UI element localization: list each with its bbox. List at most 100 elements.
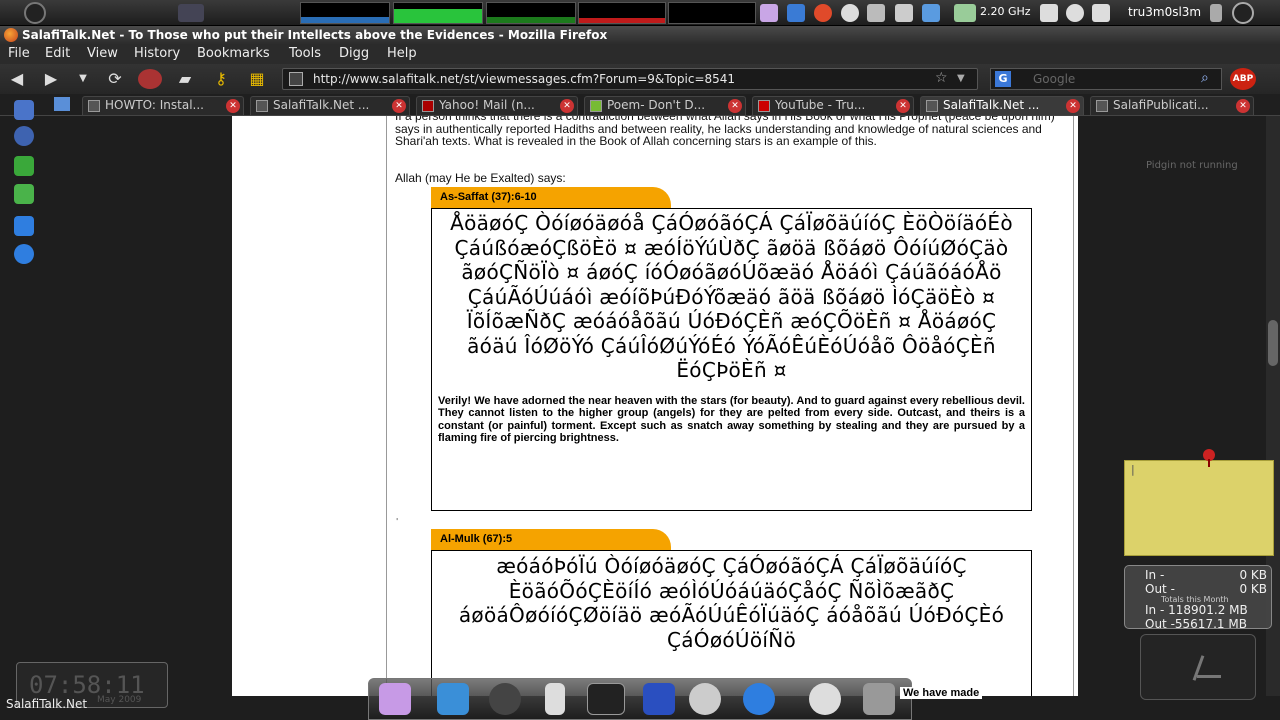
tab-salafitalk-1[interactable]: SalafiTalk.Net ... ✕ [250, 96, 410, 115]
browser-launcher-icon[interactable] [787, 4, 805, 22]
window-title: SalafiTalk.Net - To Those who put their … [22, 28, 608, 42]
url-text[interactable]: http://www.salafitalk.net/st/viewmessage… [313, 72, 735, 86]
app-menu-icon[interactable] [379, 683, 411, 715]
net-out-label: Out - [1145, 582, 1175, 596]
menu-file[interactable]: File [8, 46, 30, 61]
addons-puzzle-icon[interactable] [14, 184, 34, 204]
net-in-total: In - 118901.2 MB [1145, 603, 1248, 617]
workspace-switcher-icon[interactable] [178, 4, 204, 22]
pidgin-status: Pidgin not running [1146, 160, 1238, 171]
memory-graph [486, 2, 576, 24]
tab-label: SalafiTalk.Net ... [943, 98, 1040, 112]
net-in-total-row: In - 118901.2 MB [1145, 603, 1267, 617]
trash-icon[interactable] [863, 683, 895, 715]
disk-graph [578, 2, 666, 24]
site-identity-icon[interactable] [289, 72, 303, 86]
ubuntu-icon[interactable] [814, 4, 832, 22]
search-icon[interactable] [1066, 4, 1084, 22]
tab-close-icon[interactable]: ✕ [1066, 99, 1080, 113]
url-dropdown-icon[interactable]: ▼ [957, 73, 965, 84]
notes-icon[interactable] [1092, 4, 1110, 22]
clock-dock-icon[interactable] [809, 683, 841, 715]
net-out-value: 0 KB [1239, 582, 1267, 596]
menu-view[interactable]: View [87, 46, 118, 61]
home-icon[interactable]: ▰ [174, 69, 196, 89]
audio-icon[interactable] [643, 683, 675, 715]
window-titlebar[interactable]: SalafiTalk.Net - To Those who put their … [0, 26, 1280, 44]
firefox-icon [4, 28, 18, 42]
pidgin-icon[interactable] [545, 683, 565, 715]
url-bar[interactable]: http://www.salafitalk.net/st/viewmessage… [282, 68, 978, 90]
menu-bookmarks[interactable]: Bookmarks [197, 46, 270, 61]
tab-favicon-icon [422, 100, 434, 112]
menu-history[interactable]: History [134, 46, 180, 61]
back-icon[interactable]: ◀ [6, 69, 28, 89]
tab-list-icon[interactable] [54, 97, 70, 111]
search-go-icon[interactable]: ⌕ [1201, 70, 1209, 86]
sticky-note[interactable]: | [1124, 449, 1274, 556]
system-menu-icon[interactable] [24, 2, 46, 24]
menu-digg[interactable]: Digg [339, 46, 369, 61]
verse-arabic-text: ÅöäøóÇ Òóíøóäøóå ÇáÓøóãóÇÁ ÇáÏøõäúíóÇ Èö… [450, 211, 1013, 382]
info-icon[interactable] [14, 244, 34, 264]
verse-translation: Verily! We have adorned the near heaven … [438, 394, 1025, 445]
tab-poem[interactable]: Poem- Don't D... ✕ [584, 96, 746, 115]
search-placeholder[interactable]: Google [1033, 72, 1075, 86]
tab-howto[interactable]: HOWTO: Instal... ✕ [82, 96, 244, 115]
history-clock-icon[interactable] [14, 126, 34, 146]
media-player-icon[interactable] [489, 683, 521, 715]
tab-salafipublications[interactable]: SalafiPublicati... ✕ [1090, 96, 1254, 115]
menu-tools[interactable]: Tools [289, 46, 321, 61]
menu-edit[interactable]: Edit [45, 46, 70, 61]
tab-bar: HOWTO: Instal... ✕ SalafiTalk.Net ... ✕ … [0, 94, 1280, 116]
clock-minute-hand [1197, 675, 1221, 678]
user-menu[interactable]: tru3m0sl3m [1128, 5, 1201, 19]
update-icon[interactable] [867, 4, 885, 22]
bookmark-star-icon[interactable]: ☆ [935, 70, 948, 86]
tab-close-icon[interactable]: ✕ [728, 99, 742, 113]
tab-yahoo-mail[interactable]: Yahoo! Mail (n... ✕ [416, 96, 578, 115]
file-manager-icon[interactable] [437, 683, 469, 715]
key-icon[interactable]: ⚷ [210, 69, 232, 89]
adblock-plus-button[interactable]: ABP [1230, 68, 1256, 90]
tab-close-icon[interactable]: ✕ [226, 99, 240, 113]
scrollbar-thumb[interactable] [1268, 320, 1278, 366]
network-icon[interactable] [922, 4, 940, 22]
power-icon[interactable] [1232, 2, 1254, 24]
settings-gear-icon[interactable] [14, 216, 34, 236]
tab-close-icon[interactable]: ✕ [560, 99, 574, 113]
tab-label: Yahoo! Mail (n... [439, 98, 535, 112]
menu-help[interactable]: Help [387, 46, 417, 61]
search-engine-icon[interactable]: G [995, 71, 1011, 87]
bookmarks-sidebar-icon[interactable] [14, 100, 34, 120]
battery-icon[interactable] [954, 4, 976, 22]
verse-box: æóáóÞóÏú ÒóíøóäøóÇ ÇáÓøóãóÇÁ ÇáÏøõäúíóÇ … [431, 550, 1032, 696]
tab-close-icon[interactable]: ✕ [392, 99, 406, 113]
cpu-frequency[interactable]: 2.20 GHz [980, 5, 1031, 18]
verse-reference-tab: Al-Mulk (67):5 [431, 529, 671, 550]
firefox-dock-icon[interactable] [743, 683, 775, 715]
tab-label: Poem- Don't D... [607, 98, 706, 112]
verse-translation-fragment: We have made [900, 687, 983, 699]
net-out-total-row: Out -55617.1 MB [1145, 617, 1267, 629]
tab-close-icon[interactable]: ✕ [1236, 99, 1250, 113]
tab-youtube[interactable]: YouTube - Tru... ✕ [752, 96, 914, 115]
downloads-icon[interactable] [14, 156, 34, 176]
microphone-icon[interactable] [689, 683, 721, 715]
user-status-icon[interactable] [1210, 4, 1222, 22]
stop-icon[interactable] [138, 69, 162, 89]
text-cursor: | [1131, 463, 1135, 476]
stray-mark: ' [396, 517, 399, 526]
reload-icon[interactable]: ⟳ [104, 69, 126, 89]
search-bar[interactable]: G Google ⌕ [990, 68, 1222, 90]
app-launcher-icon[interactable] [760, 4, 778, 22]
forward-icon[interactable]: ▶ [40, 69, 62, 89]
history-dropdown-icon[interactable]: ▼ [72, 69, 94, 89]
terminal-icon[interactable] [587, 683, 625, 715]
weather-icon[interactable] [841, 4, 859, 22]
keyboard-icon[interactable] [895, 4, 913, 22]
window-list-icon[interactable] [1040, 4, 1058, 22]
tab-salafitalk-active[interactable]: SalafiTalk.Net ... ✕ [920, 96, 1084, 115]
tab-close-icon[interactable]: ✕ [896, 99, 910, 113]
grid-icon[interactable]: ▦ [246, 69, 268, 89]
